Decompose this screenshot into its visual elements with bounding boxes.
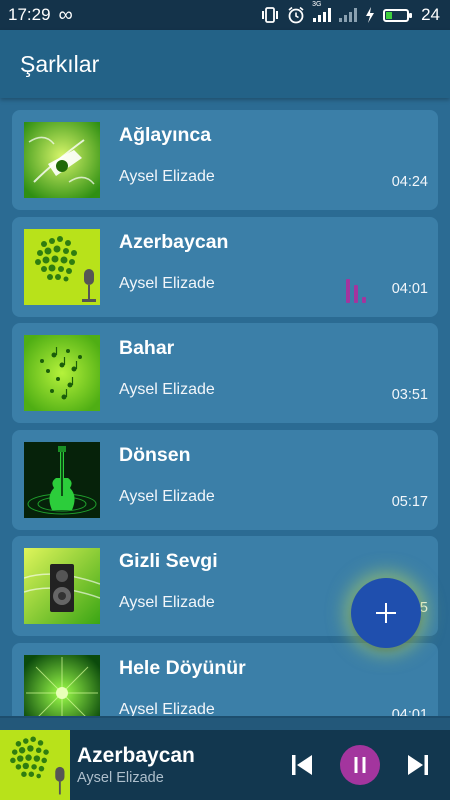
status-time: 17:29 [8, 5, 51, 24]
battery-icon [383, 8, 413, 22]
previous-button[interactable] [282, 745, 322, 785]
song-title: Bahar [119, 337, 175, 359]
alarm-icon [287, 6, 305, 24]
skip-next-icon [408, 755, 428, 775]
equalizer-icon [346, 278, 366, 303]
signal-dim-icon [339, 8, 358, 22]
album-cover-notes [24, 335, 100, 411]
song-duration: 03:51 [391, 387, 428, 403]
album-cover-speaker [24, 548, 100, 624]
song-title: Ağlayınca [119, 124, 212, 146]
add-fab-button[interactable] [351, 578, 421, 648]
page-title: Şarkılar [20, 50, 100, 77]
song-title: Azerbaycan [119, 230, 229, 253]
song-title: Gizli Sevgi [119, 550, 218, 572]
next-button[interactable] [398, 745, 438, 785]
now-playing-cover [0, 730, 70, 800]
album-cover-guitar [24, 122, 100, 198]
status-bar: 17:29 ∞ 3G 24 [0, 0, 450, 30]
song-artist: Aysel Elizade [119, 381, 215, 398]
song-artist: Aysel Elizade [119, 168, 215, 185]
album-cover-green-guitar [24, 441, 100, 518]
infinity-icon: ∞ [58, 4, 73, 26]
song-duration: 05:17 [391, 493, 428, 510]
mini-player[interactable]: Azerbaycan Aysel Elizade [0, 718, 450, 800]
album-cover-microphone [24, 228, 100, 305]
pause-icon [354, 757, 366, 773]
song-artist: Aysel Elizade [119, 274, 215, 292]
song-title: Hele Döyünür [119, 656, 246, 679]
song-item[interactable]: Bahar Aysel Elizade 03:51 [12, 323, 438, 423]
song-item[interactable]: Hele Döyünür Aysel Elizade 04:01 [12, 642, 438, 718]
play-pause-button[interactable] [340, 745, 380, 785]
song-duration: 04:01 [391, 280, 428, 297]
vibrate-icon [261, 7, 279, 23]
battery-level: 24 [421, 5, 440, 24]
song-title: Dönsen [119, 443, 191, 466]
app-bar: Şarkılar [0, 30, 450, 98]
now-playing-title: Azerbaycan [77, 744, 195, 767]
skip-previous-icon [292, 755, 312, 775]
song-artist: Aysel Elizade [119, 487, 215, 505]
song-item[interactable]: Dönsen Aysel Elizade 05:17 [12, 429, 438, 530]
network-label: 3G [312, 1, 322, 8]
now-playing-artist: Aysel Elizade [77, 770, 164, 786]
song-item[interactable]: Ağlayınca Aysel Elizade 04:24 [12, 110, 438, 210]
album-cover-burst [24, 654, 100, 718]
song-artist: Aysel Elizade [119, 594, 215, 611]
charging-icon [365, 7, 375, 23]
song-duration: 04:24 [391, 174, 428, 190]
plus-icon [376, 603, 396, 623]
signal-3g-icon: 3G [312, 1, 332, 22]
song-item-playing[interactable]: Azerbaycan Aysel Elizade 04:01 [12, 216, 438, 317]
